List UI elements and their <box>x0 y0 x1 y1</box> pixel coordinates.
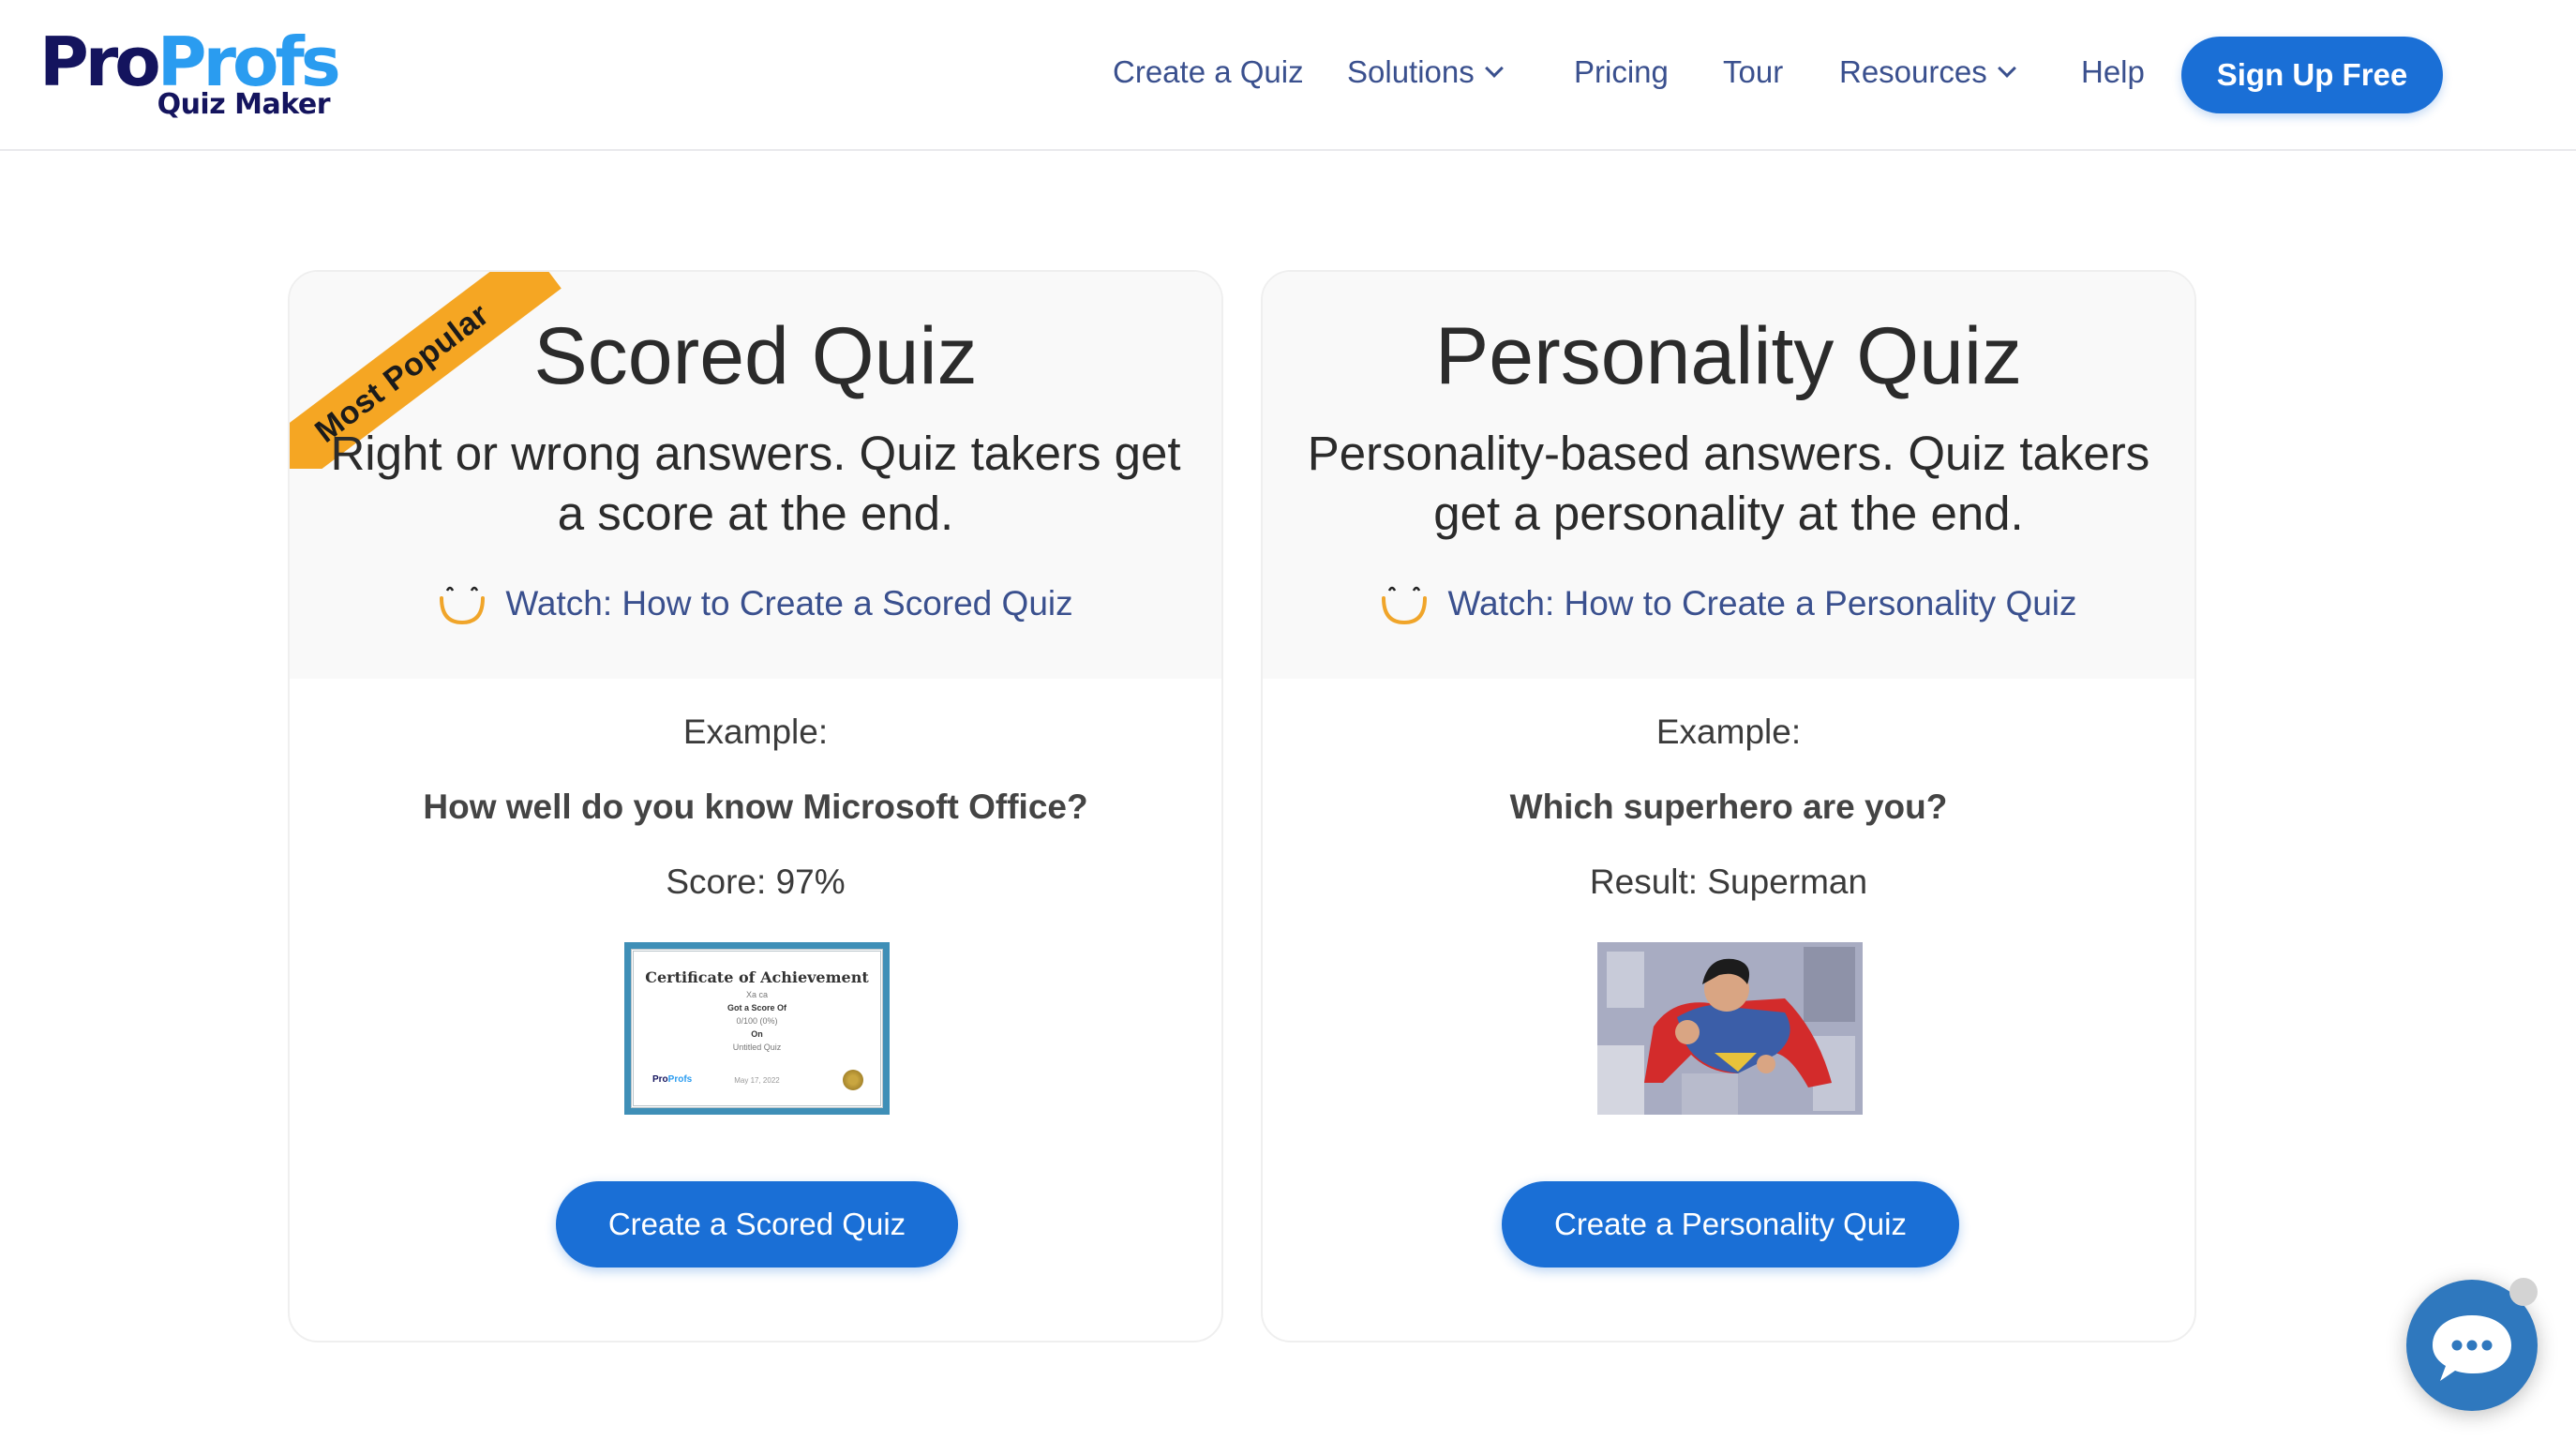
certificate-title: Certificate of Achievement <box>645 968 869 986</box>
smiley-icon <box>1382 586 1428 625</box>
chat-status-indicator <box>2509 1278 2538 1306</box>
superman-illustration <box>1597 942 1863 1115</box>
create-personality-quiz-button[interactable]: Create a Personality Quiz <box>1502 1181 1959 1268</box>
certificate-image: Certificate of Achievement Xa ca Got a S… <box>624 942 890 1115</box>
chevron-down-icon <box>1484 59 1504 78</box>
nav-help[interactable]: Help <box>2081 54 2145 90</box>
logo-pro-text: Pro <box>39 22 161 101</box>
example-result: Result: Superman <box>1589 862 1868 901</box>
card-description: Personality-based answers. Quiz takers g… <box>1307 427 2150 540</box>
card-title: Scored Quiz <box>533 311 978 401</box>
nav-tour[interactable]: Tour <box>1723 54 1783 90</box>
proprofs-logo[interactable]: ProProfs Quiz Maker <box>39 22 341 128</box>
example-label: Example: <box>682 712 829 751</box>
example-label: Example: <box>1655 712 1802 751</box>
example-question: How well do you know Microsoft Office? <box>423 788 1088 826</box>
watch-link-text: Watch: How to Create a Personality Quiz <box>1447 584 2077 622</box>
superman-image <box>1597 942 1863 1115</box>
nav-create-a-quiz[interactable]: Create a Quiz <box>1113 54 1304 90</box>
certificate-line: 0/100 (0%) <box>736 1016 778 1026</box>
example-question: Which superhero are you? <box>1509 788 1948 826</box>
certificate-line: Untitled Quiz <box>732 1042 782 1052</box>
nav-resources[interactable]: Resources <box>1839 54 2016 90</box>
certificate-line: On <box>751 1029 763 1039</box>
sign-up-free-button[interactable]: Sign Up Free <box>2181 37 2443 113</box>
nav-label: Solutions <box>1347 54 1475 89</box>
nav-label: Pricing <box>1574 54 1669 89</box>
watch-video-link[interactable]: Watch: How to Create a Personality Quiz <box>1263 581 2194 626</box>
card-title: Personality Quiz <box>1434 311 2023 401</box>
certificate-line: Got a Score Of <box>726 1003 786 1012</box>
logo-subtitle: Quiz Maker <box>157 88 331 121</box>
create-scored-quiz-button[interactable]: Create a Scored Quiz <box>556 1181 958 1268</box>
nav-label: Tour <box>1723 54 1784 89</box>
scored-quiz-card: Most Popular Scored Quiz Right or wrong … <box>288 270 1223 1342</box>
nav-label: Resources <box>1839 54 1987 89</box>
seal-icon <box>843 1070 863 1090</box>
personality-quiz-card: Personality Quiz Personality-based answe… <box>1261 270 2196 1342</box>
watch-video-link[interactable]: Watch: How to Create a Scored Quiz <box>290 581 1221 626</box>
nav-pricing[interactable]: Pricing <box>1574 54 1669 90</box>
smiley-icon <box>440 586 486 625</box>
certificate-name: Xa ca <box>745 990 768 999</box>
watch-link-text: Watch: How to Create a Scored Quiz <box>505 584 1073 622</box>
nav-label: Help <box>2081 54 2145 89</box>
nav-label: Create a Quiz <box>1113 54 1304 89</box>
site-header: ProProfs Quiz Maker Create a Quiz Soluti… <box>0 0 2576 151</box>
card-description: Right or wrong answers. Quiz takers get … <box>330 427 1181 540</box>
chevron-down-icon <box>1997 59 2016 78</box>
example-result: Score: 97% <box>666 862 846 901</box>
nav-solutions[interactable]: Solutions <box>1347 54 1504 90</box>
